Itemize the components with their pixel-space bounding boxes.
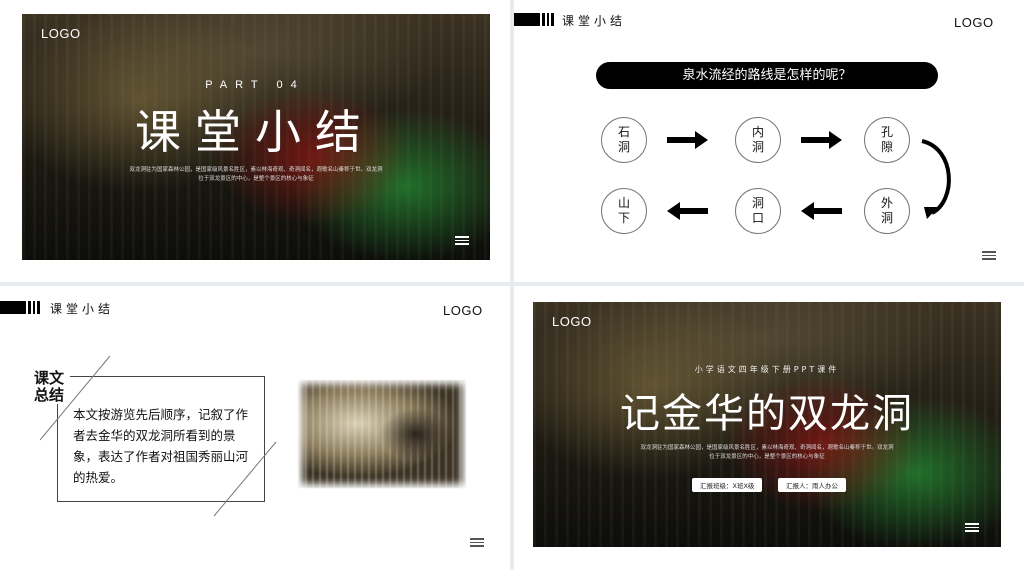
section-title: 课堂小结 bbox=[135, 105, 375, 159]
cave-photo bbox=[298, 380, 466, 488]
header-bars-icon bbox=[0, 301, 40, 314]
slide-flow[interactable]: 课堂小结 LOGO 泉水流经的路线是怎样的呢？ 石洞 内洞 孔隙 外洞 洞口 山… bbox=[514, 0, 1024, 282]
slide-summary[interactable]: 课堂小结 LOGO 课文总结 本文按游览先后顺序，记叙了作者去金华的双龙洞所看到… bbox=[0, 286, 510, 570]
presenter-badge: 汇报人：雨人办公 bbox=[778, 478, 846, 492]
section-label: 课堂小结 bbox=[562, 14, 627, 28]
node-shanxia: 山下 bbox=[601, 188, 647, 234]
summary-text: 本文按游览先后顺序，记叙了作者去金华的双龙洞所看到的景象，表达了作者对祖国秀丽山… bbox=[73, 407, 249, 485]
menu-icon[interactable] bbox=[982, 251, 996, 262]
menu-icon[interactable] bbox=[455, 236, 469, 247]
subtitle: 小学语文四年级下册PPT课件 bbox=[694, 365, 840, 374]
node-shidong: 石洞 bbox=[601, 117, 647, 163]
slide-section-cover[interactable]: LOGO PART 04 课堂小结 双龙洞驻为国家森林公园，是国家级风景名胜区，… bbox=[0, 0, 510, 282]
description: 双龙洞驻为国家森林公园，是国家级风景名胜区，素以林海奇观、奇洞闻名，遐歌名山秦称… bbox=[129, 167, 383, 182]
arrow-right-icon bbox=[667, 131, 708, 149]
logo: LOGO bbox=[443, 303, 483, 318]
node-kongxi: 孔隙 bbox=[864, 117, 910, 163]
header-bars-icon bbox=[514, 13, 554, 26]
part-number: PART 04 bbox=[205, 79, 305, 91]
logo: LOGO bbox=[954, 15, 994, 30]
arrow-left-icon bbox=[801, 202, 842, 220]
logo: LOGO bbox=[41, 26, 81, 41]
menu-icon[interactable] bbox=[965, 523, 979, 534]
curved-arrow-icon bbox=[921, 139, 951, 219]
main-title: 记金华的双龙洞 bbox=[620, 391, 914, 437]
keyword-title: 课文总结 bbox=[34, 370, 70, 404]
slide-title-cover[interactable]: LOGO 小学语文四年级下册PPT课件 记金华的双龙洞 双龙洞驻为国家森林公园，… bbox=[514, 286, 1024, 570]
node-dongkou: 洞口 bbox=[735, 188, 781, 234]
arrow-left-icon bbox=[667, 202, 708, 220]
question-banner: 泉水流经的路线是怎样的呢？ bbox=[596, 62, 938, 89]
section-label: 课堂小结 bbox=[50, 302, 115, 316]
node-neidong: 内洞 bbox=[735, 117, 781, 163]
arrow-right-icon bbox=[801, 131, 842, 149]
class-badge: 汇报班级：X班X级 bbox=[692, 478, 763, 492]
node-waidong: 外洞 bbox=[864, 188, 910, 234]
description: 双龙洞驻为国家森林公园，是国家级风景名胜区，素以林海奇观、奇洞闻名，遐歌名山秦称… bbox=[640, 445, 894, 460]
logo: LOGO bbox=[552, 314, 592, 329]
menu-icon[interactable] bbox=[470, 538, 484, 549]
